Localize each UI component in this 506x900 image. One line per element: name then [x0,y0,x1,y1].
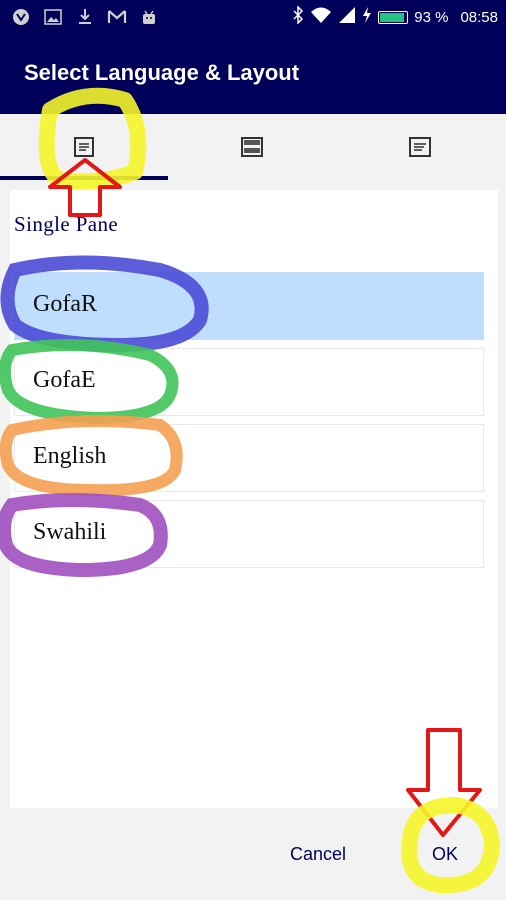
status-bar: 93 % 08:58 [0,0,506,36]
list-item-label: English [33,443,107,469]
cancel-button[interactable]: Cancel [280,838,356,871]
battery-fill [380,12,405,22]
tab-indicator [336,176,504,180]
tab-text-layout[interactable] [336,114,504,180]
ok-button[interactable]: OK [422,838,468,871]
split-pane-icon [241,137,263,157]
text-layout-icon [409,137,431,157]
tab-split-pane[interactable] [168,114,336,180]
download-icon [74,6,96,28]
screen: 93 % 08:58 Select Language & Layout Sing… [0,0,506,900]
list-item-gofae[interactable]: GofaE [14,348,484,416]
tab-indicator [0,176,168,180]
list-item-label: Swahili [33,519,107,545]
layout-tabs [0,114,506,180]
content-panel: Single Pane GofaR GofaE English Swahili [10,190,498,808]
list-item-label: GofaR [33,291,97,317]
app-bar: Select Language & Layout [0,36,506,114]
clock: 08:58 [460,8,498,26]
dialog-footer: Cancel OK [0,808,506,900]
battery-percent: 93 % [414,8,449,26]
image-icon [42,6,64,28]
list-item-label: GofaE [33,367,96,393]
status-bar-right: 93 % 08:58 [292,5,498,28]
tab-single-pane[interactable] [0,114,168,180]
battery-icon [378,10,409,24]
list-item-swahili[interactable]: Swahili [14,500,484,568]
app-icon [10,6,32,28]
list-item-gofar[interactable]: GofaR [14,272,484,340]
list-item-english[interactable]: English [14,424,484,492]
gmail-icon [106,6,128,28]
single-pane-icon [74,137,94,157]
language-list: GofaR GofaE English Swahili [14,272,484,576]
status-bar-left [10,6,160,28]
section-title: Single Pane [14,212,119,236]
wifi-icon [310,6,332,28]
android-icon [138,6,160,28]
charging-icon [362,7,372,27]
page-title: Select Language & Layout [24,60,300,85]
bluetooth-icon [292,5,304,28]
signal-icon [338,6,356,28]
tab-indicator [168,176,336,180]
